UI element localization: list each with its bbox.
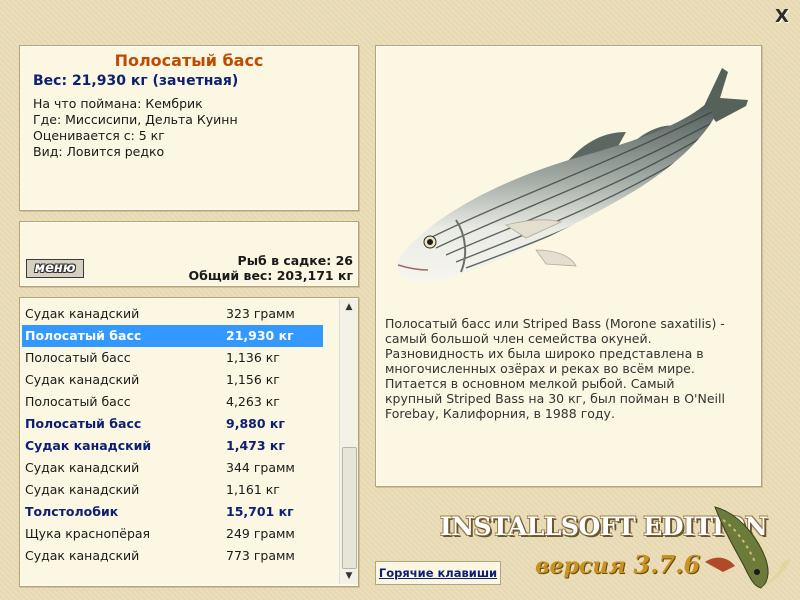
list-item[interactable]: Судак канадский 1,161 кг <box>22 479 323 501</box>
list-item[interactable]: Судак канадский 1,156 кг <box>22 369 323 391</box>
list-item-weight: 1,156 кг <box>226 372 280 387</box>
list-item[interactable]: Судак канадский 773 грамм <box>22 545 323 567</box>
scroll-down-arrow-icon[interactable]: ▼ <box>340 568 358 584</box>
list-item-weight: 1,161 кг <box>226 482 280 497</box>
total-weight-text: Общий вес: 203,171 кг <box>188 268 354 283</box>
location-text: Где: Миссисипи, Дельта Куинн <box>33 112 238 127</box>
list-item-name: Судак канадский <box>25 372 140 387</box>
scroll-up-arrow-icon[interactable]: ▲ <box>340 299 358 315</box>
version-number: 3.7.6 <box>633 550 701 579</box>
list-item-name: Судак канадский <box>25 438 152 453</box>
list-item-weight: 4,263 кг <box>226 394 280 409</box>
scrollbar-thumb[interactable] <box>342 447 357 569</box>
list-item-weight: 323 грамм <box>226 306 295 321</box>
list-item-weight: 344 грамм <box>226 460 295 475</box>
version-word: версия <box>535 553 626 579</box>
list-item-weight: 9,880 кг <box>226 416 285 431</box>
list-item-name: Полосатый басс <box>25 416 142 431</box>
menu-button[interactable]: меню <box>26 259 84 278</box>
list-item-name: Полосатый басс <box>25 328 142 343</box>
list-item[interactable]: Судак канадский 1,473 кг <box>22 435 323 457</box>
list-item-name: Судак канадский <box>25 460 140 475</box>
list-item-name: Щука краснопёрая <box>25 526 151 541</box>
keepnet-summary-panel: меню Рыб в садке: 26 Общий вес: 203,171 … <box>19 221 359 287</box>
list-item[interactable]: Судак канадский 323 грамм <box>22 303 323 325</box>
list-item-name: Полосатый басс <box>25 350 131 365</box>
list-item-name: Толстолобик <box>25 504 119 519</box>
fish-info-panel: Полосатый басс Вес: 21,930 кг (зачетная)… <box>19 45 359 211</box>
list-item-weight: 15,701 кг <box>226 504 294 519</box>
caught-on-text: На что поймана: Кембрик <box>33 96 203 111</box>
list-item-weight: 1,473 кг <box>226 438 285 453</box>
list-item[interactable]: Толстолобик 15,701 кг <box>22 501 323 523</box>
fish-photo-panel: Полосатый басс или Striped Bass (Morone … <box>375 45 762 487</box>
keepnet-stats: Рыб в садке: 26 Общий вес: 203,171 кг <box>189 253 354 283</box>
list-item-weight: 773 грамм <box>226 548 295 563</box>
hotkeys-button[interactable]: Горячие клавиши <box>375 561 501 585</box>
list-item-name: Полосатый басс <box>25 394 131 409</box>
list-item[interactable]: Полосатый басс 4,263 кг <box>22 391 323 413</box>
list-item[interactable]: Полосатый басс 9,880 кг <box>22 413 323 435</box>
list-item[interactable]: Полосатый басс 1,136 кг <box>22 347 323 369</box>
fish-title: Полосатый басс <box>114 51 264 70</box>
rated-from-text: Оценивается с: 5 кг <box>33 128 165 143</box>
pike-logo-icon <box>705 506 791 589</box>
list-item-selected[interactable]: Полосатый басс 21,930 кг <box>22 325 323 347</box>
list-item-name: Судак канадский <box>25 306 140 321</box>
list-scrollbar[interactable]: ▲ ▼ <box>339 299 358 584</box>
rarity-text: Вид: Ловится редко <box>33 144 165 159</box>
list-item-weight: 1,136 кг <box>226 350 280 365</box>
list-item[interactable]: Судак канадский 344 грамм <box>22 457 323 479</box>
catch-list[interactable]: Судак канадский 323 грамм Полосатый басс… <box>19 297 359 587</box>
list-item-weight: 249 грамм <box>226 526 295 541</box>
close-button[interactable]: X <box>772 8 792 28</box>
striped-bass-image <box>397 68 748 283</box>
fish-count-text: Рыб в садке: 26 <box>237 253 353 268</box>
fish-weight: Вес: 21,930 кг (зачетная) <box>33 73 239 89</box>
fish-description: Полосатый басс или Striped Bass (Morone … <box>385 316 725 421</box>
list-item-name: Судак канадский <box>25 548 140 563</box>
version-label: версия 3.7.6 <box>535 550 700 579</box>
list-item[interactable]: Щука краснопёрая 249 грамм <box>22 523 323 545</box>
list-item-weight: 21,930 кг <box>226 328 294 343</box>
list-item-name: Судак канадский <box>25 482 140 497</box>
